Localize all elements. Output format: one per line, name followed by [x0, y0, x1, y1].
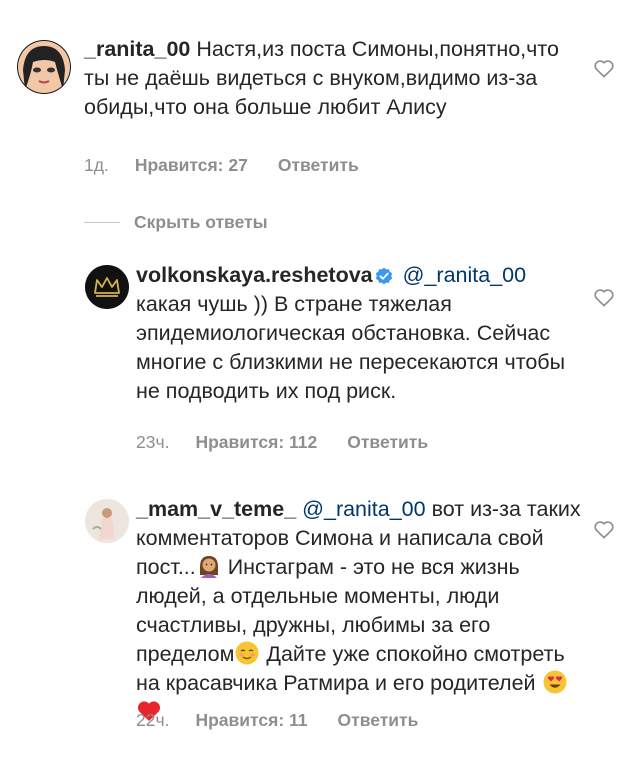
- comment-text: volkonskaya.reshetova @_ranita_00 какая …: [136, 261, 576, 406]
- smiling-face-emoji: [235, 641, 259, 665]
- heart-outline-icon[interactable]: [593, 287, 615, 307]
- avatar-ranita[interactable]: [17, 40, 71, 94]
- comment-likes[interactable]: Нравится: 112: [195, 432, 317, 452]
- comment-likes[interactable]: Нравится: 11: [195, 710, 307, 730]
- comment-meta: 22ч. Нравится: 11 Ответить: [136, 710, 418, 731]
- comment-username[interactable]: _mam_v_teme_: [136, 497, 296, 521]
- comment-time[interactable]: 22ч.: [136, 710, 169, 730]
- comment-username[interactable]: _ranita_00: [84, 37, 190, 61]
- reply-button[interactable]: Ответить: [278, 155, 359, 175]
- reply-button[interactable]: Ответить: [338, 710, 419, 730]
- comment-body: какая чушь )) В стране тяжелая эпидемиол…: [136, 292, 566, 403]
- heart-outline-icon[interactable]: [593, 58, 615, 78]
- comment-text: _mam_v_teme_ @_ranita_00 вот из-за таких…: [136, 495, 586, 727]
- comment-likes[interactable]: Нравится: 27: [135, 155, 248, 175]
- comment-time[interactable]: 1д.: [84, 155, 109, 175]
- verified-badge-icon: [375, 267, 392, 285]
- comment-username[interactable]: volkonskaya.reshetova: [136, 263, 373, 287]
- avatar-mam-v-teme[interactable]: [85, 499, 129, 543]
- comment-text: _ranita_00 Настя,из поста Симоны,понятно…: [84, 35, 564, 122]
- mention-link[interactable]: @_ranita_00: [302, 497, 425, 521]
- hide-replies-label: Скрыть ответы: [134, 211, 268, 232]
- comment-meta: 1д. Нравится: 27 Ответить: [84, 155, 359, 176]
- reply-button[interactable]: Ответить: [347, 432, 428, 452]
- avatar-volkonskaya[interactable]: [85, 265, 129, 309]
- hide-replies-button[interactable]: Скрыть ответы: [84, 210, 268, 234]
- crown-logo-icon: [85, 265, 129, 309]
- divider: [84, 221, 120, 223]
- woman-tipping-hand-emoji: [199, 556, 218, 578]
- heart-outline-icon[interactable]: [593, 519, 615, 539]
- mention-link[interactable]: @_ranita_00: [403, 263, 526, 287]
- comment-meta: 23ч. Нравится: 112 Ответить: [136, 432, 428, 453]
- heart-eyes-emoji: [543, 670, 567, 694]
- comment-time[interactable]: 23ч.: [136, 432, 169, 452]
